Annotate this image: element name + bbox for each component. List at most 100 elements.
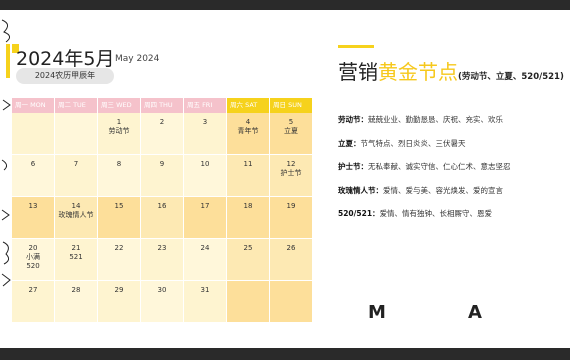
- keyword-label: 520/521：: [338, 209, 380, 218]
- marketing-title-main: 营销: [338, 60, 378, 84]
- calendar-day-cell[interactable]: 14 玫瑰情人节: [55, 197, 98, 239]
- marketing-accent-bar: [338, 45, 374, 48]
- calendar-body: 1 劳动节 2 3 4 青年节 5 立夏 6 7 8 9 10 11 12 护士节 13 14 玫瑰情人节 15 16 1…: [12, 113, 313, 323]
- calendar-day-cell[interactable]: 25: [227, 239, 270, 281]
- day-note: 青年节: [237, 127, 259, 135]
- weekday-header: 周三 WED: [98, 98, 141, 113]
- calendar-week-row: 20 小满 520 21 521 22 23 24 25 26: [12, 239, 313, 281]
- day-number: 16: [157, 202, 167, 210]
- calendar-week-row: 27 28 29 30 31: [12, 281, 313, 323]
- marketing-keyword-list: 劳动节：兢兢业业、勤勤恳恳、庆祝、充实、欢乐 立夏：节气特点、烈日炎炎、三伏暑天护…: [338, 114, 568, 232]
- keyword-item: 劳动节：兢兢业业、勤勤恳恳、庆祝、充实、欢乐: [338, 114, 568, 138]
- day-number: 9: [159, 160, 165, 168]
- day-number: 2: [159, 118, 165, 126]
- keyword-text: 节气特点、烈日炎炎、三伏暑天: [360, 138, 466, 148]
- calendar-day-cell[interactable]: 3: [184, 113, 227, 155]
- calendar-header-row: 周一 MON 周二 TUE 周三 WED 周四 THU 周五 FRI 周六 SAT 周日 S…: [12, 98, 313, 113]
- calendar-day-cell[interactable]: 26: [270, 239, 313, 281]
- day-number: 23: [157, 244, 167, 252]
- calendar-day-cell[interactable]: [227, 281, 270, 323]
- calendar-day-cell[interactable]: 15: [98, 197, 141, 239]
- day-number: 29: [114, 286, 124, 294]
- day-note: 立夏: [284, 127, 298, 135]
- calendar-day-cell[interactable]: 8: [98, 155, 141, 197]
- calendar-day-cell[interactable]: 10: [184, 155, 227, 197]
- calendar-day-cell[interactable]: 2: [141, 113, 184, 155]
- calendar-title: 2024年5月: [16, 48, 115, 70]
- day-number: 31: [200, 286, 210, 294]
- calendar-day-cell[interactable]: 18: [227, 197, 270, 239]
- calendar-day-cell[interactable]: 6: [12, 155, 55, 197]
- calendar-day-cell[interactable]: [55, 113, 98, 155]
- calendar-day-cell[interactable]: 30: [141, 281, 184, 323]
- day-number: 3: [202, 118, 208, 126]
- day-number: 27: [28, 286, 38, 294]
- day-number: 1: [116, 118, 122, 126]
- calendar-title-en: May 2024: [115, 54, 160, 64]
- day-number: 24: [200, 244, 210, 252]
- calendar-day-cell[interactable]: 21 521: [55, 239, 98, 281]
- calendar-day-cell[interactable]: 28: [55, 281, 98, 323]
- calendar-week-row: 1 劳动节 2 3 4 青年节 5 立夏: [12, 113, 313, 155]
- calendar-day-cell[interactable]: 13: [12, 197, 55, 239]
- calendar-day-cell[interactable]: 29: [98, 281, 141, 323]
- keyword-item: 立夏：节气特点、烈日炎炎、三伏暑天: [338, 138, 568, 162]
- day-note: 小满 520: [26, 253, 40, 270]
- day-number: 7: [73, 160, 79, 168]
- calendar-week-row: 13 14 玫瑰情人节 15 16 17 18 19: [12, 197, 313, 239]
- calendar-day-cell[interactable]: 7: [55, 155, 98, 197]
- day-number: 26: [286, 244, 296, 252]
- weekday-header: 周五 FRI: [184, 98, 227, 113]
- calendar-day-cell[interactable]: 12 护士节: [270, 155, 313, 197]
- calendar-day-cell[interactable]: 24: [184, 239, 227, 281]
- keyword-text: 兢兢业业、勤勤恳恳、庆祝、充实、欢乐: [368, 115, 503, 124]
- day-note: 521: [69, 253, 83, 261]
- day-number: 12: [286, 160, 296, 168]
- calendar-day-cell[interactable]: 22: [98, 239, 141, 281]
- day-number: 13: [28, 202, 38, 210]
- marketing-title-gold: 黄金节点: [378, 60, 458, 84]
- day-number: 8: [116, 160, 122, 168]
- calendar-day-cell[interactable]: 20 小满 520: [12, 239, 55, 281]
- lunar-year-pill: 2024农历甲辰年: [16, 68, 114, 84]
- calendar-day-cell[interactable]: 11: [227, 155, 270, 197]
- logo-strip: M A: [364, 302, 570, 326]
- day-note: 护士节: [280, 169, 302, 177]
- day-number: 5: [288, 118, 294, 126]
- weekday-header: 周六 SAT: [227, 98, 270, 113]
- day-number: 18: [243, 202, 253, 210]
- day-number: 19: [286, 202, 296, 210]
- calendar-day-cell[interactable]: 23: [141, 239, 184, 281]
- keyword-item: 520/521：爱情、情有独钟、长相厮守、恩爱: [338, 208, 568, 232]
- calendar-day-cell[interactable]: 17: [184, 197, 227, 239]
- keyword-item: 护士节：无私奉献、诚实守信、仁心仁术、意志坚忍: [338, 161, 568, 185]
- calendar-day-cell[interactable]: 16: [141, 197, 184, 239]
- day-number: 4: [245, 118, 251, 126]
- keyword-text: 爱情、情有独钟、长相厮守、恩爱: [379, 209, 493, 218]
- day-number: 25: [243, 244, 253, 252]
- calendar-day-cell[interactable]: [12, 113, 55, 155]
- weekday-header: 周二 TUE: [55, 98, 98, 113]
- keyword-text: 爱情、爱与美、容光焕发、爱的宣言: [383, 185, 503, 195]
- keyword-label: 护士节：: [338, 162, 368, 171]
- calendar-day-cell[interactable]: [270, 281, 313, 323]
- day-number: 11: [243, 160, 253, 168]
- keyword-label: 劳动节：: [338, 115, 368, 124]
- day-number: 15: [114, 202, 124, 210]
- day-number: 6: [30, 160, 36, 168]
- day-number: 20: [28, 244, 38, 252]
- slide-canvas: 2024年5月 May 2024 2024农历甲辰年 周一 MON 周二 TUE 周…: [0, 10, 570, 348]
- calendar-day-cell[interactable]: 27: [12, 281, 55, 323]
- weekday-header: 周日 SUN: [270, 98, 313, 113]
- calendar-day-cell[interactable]: 1 劳动节: [98, 113, 141, 155]
- logo-a: A: [468, 302, 482, 323]
- day-number: 28: [71, 286, 81, 294]
- keyword-text: 无私奉献、诚实守信、仁心仁术、意志坚忍: [368, 162, 511, 171]
- calendar-day-cell[interactable]: 9: [141, 155, 184, 197]
- title-accent-bar: [6, 44, 10, 78]
- calendar-day-cell[interactable]: 19: [270, 197, 313, 239]
- calendar-day-cell[interactable]: 31: [184, 281, 227, 323]
- calendar-day-cell[interactable]: 4 青年节: [227, 113, 270, 155]
- logo-m: M: [368, 302, 386, 323]
- calendar-day-cell[interactable]: 5 立夏: [270, 113, 313, 155]
